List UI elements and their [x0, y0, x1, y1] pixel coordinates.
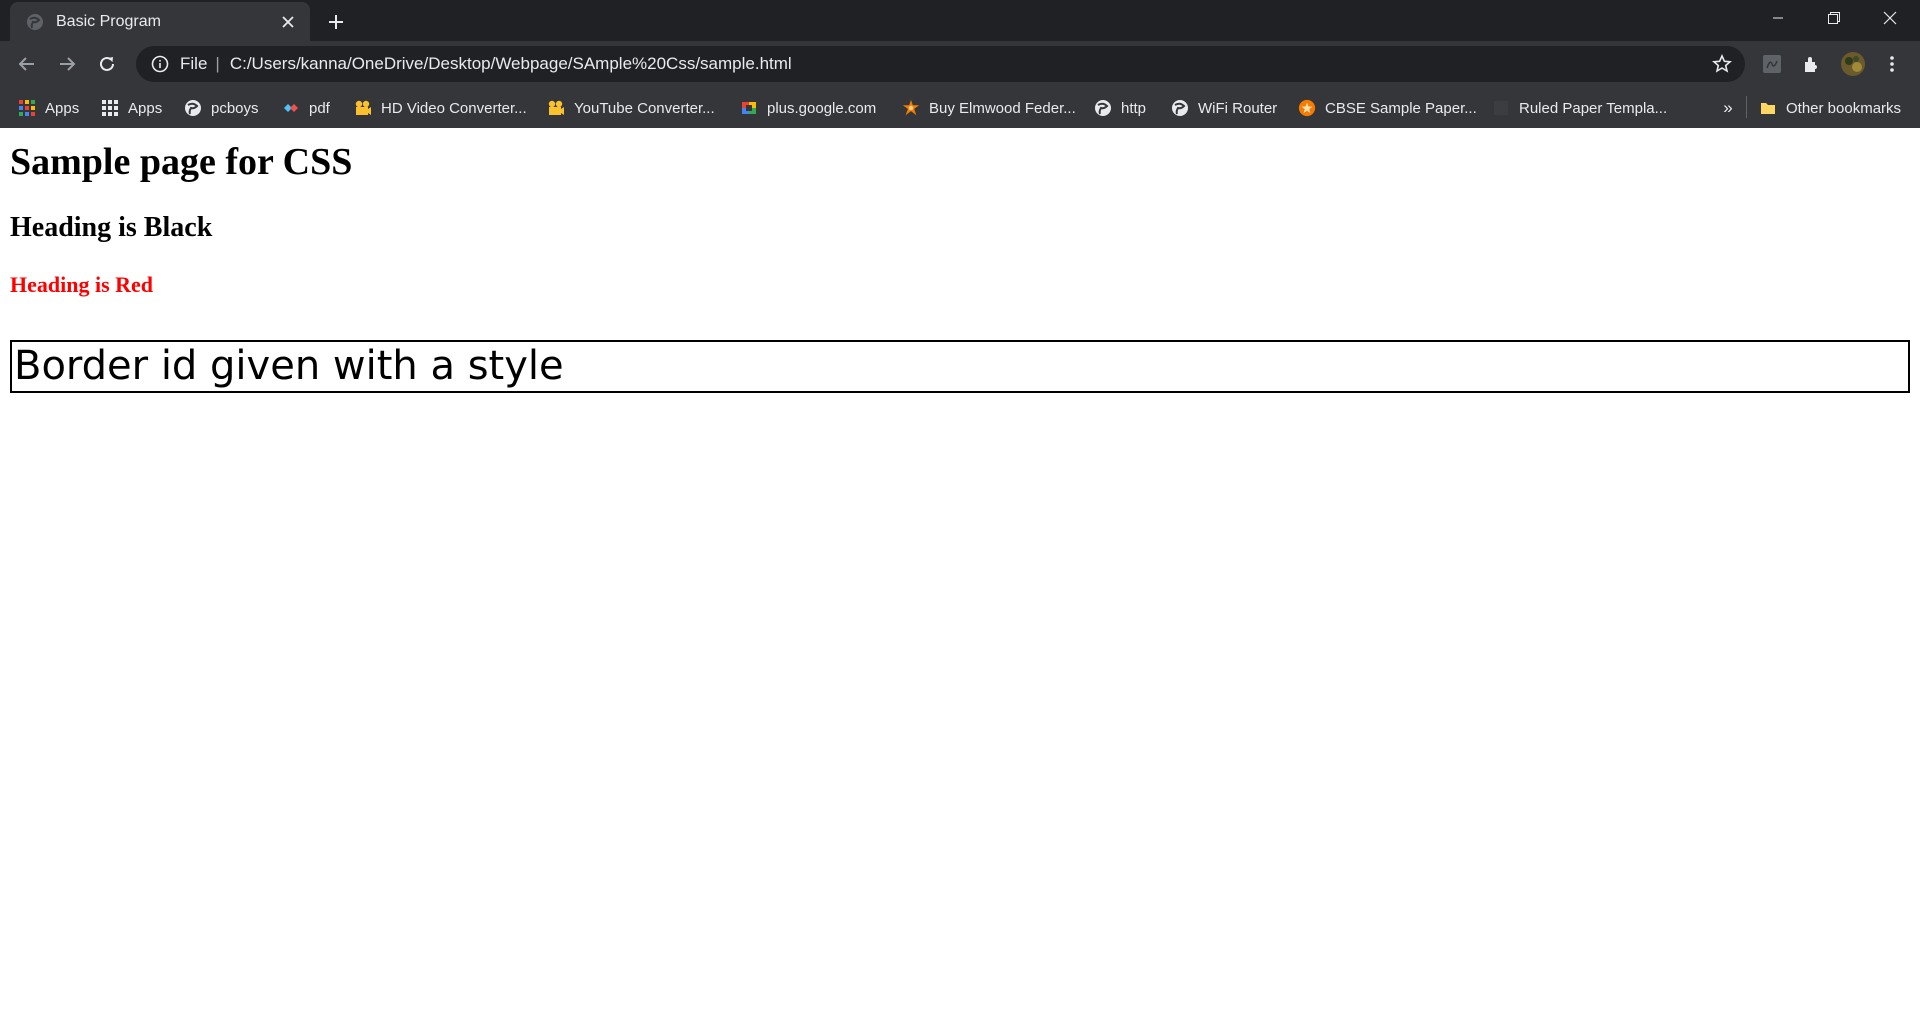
restore-icon[interactable] [1806, 0, 1862, 36]
globe-icon [26, 13, 44, 31]
bookmark-wifi-router[interactable]: WiFi Router [1171, 95, 1277, 121]
globe-icon [184, 99, 202, 117]
url-scheme: File [180, 54, 208, 73]
bookmark-http[interactable]: http [1094, 95, 1146, 121]
star-icon[interactable] [1711, 53, 1733, 75]
bookmark-buy-elmwood[interactable]: Buy Elmwood Feder... [902, 95, 1076, 121]
bookmark-label: Other bookmarks [1786, 99, 1902, 117]
bookmark-label: Ruled Paper Templa... [1519, 99, 1668, 117]
globe-icon [1094, 99, 1112, 117]
film-icon [354, 99, 372, 117]
close-icon[interactable] [276, 10, 300, 34]
bookmark-plus-google[interactable]: plus.google.com [740, 95, 876, 121]
bookmark-label: CBSE Sample Paper... [1325, 99, 1477, 117]
bordered-text-box: Border id given with a style [10, 340, 1910, 393]
bookmark-hd-video-converter[interactable]: HD Video Converter... [354, 95, 527, 121]
tab-strip: Basic Program [0, 0, 1920, 41]
minimize-icon[interactable] [1750, 0, 1806, 36]
bookmark-label: pdf [309, 99, 330, 117]
blank-icon [1492, 99, 1510, 117]
pdf-extension-icon[interactable] [1757, 49, 1787, 79]
info-icon[interactable] [150, 54, 170, 74]
browser-chrome: Basic Program File | C:/Users/kanna/OneD… [0, 0, 1920, 128]
new-tab-button[interactable] [322, 8, 350, 36]
apps-color-grid-icon [18, 99, 36, 117]
tab-basic-program[interactable]: Basic Program [10, 2, 310, 41]
address-bar[interactable]: File | C:/Users/kanna/OneDrive/Desktop/W… [136, 46, 1745, 82]
bookmark-label: HD Video Converter... [381, 99, 527, 117]
folder-icon [1759, 99, 1777, 117]
bookmark-apps-color[interactable]: Apps [18, 95, 79, 121]
heading-black: Heading is Black [10, 212, 213, 243]
extensions-icon[interactable] [1797, 49, 1827, 79]
menu-icon[interactable] [1877, 49, 1907, 79]
bookmark-ruled-paper[interactable]: Ruled Paper Templa... [1492, 95, 1667, 121]
bookmark-apps[interactable]: Apps [101, 95, 162, 121]
bookmark-label: Apps [128, 99, 163, 117]
bookmark-label: Apps [45, 99, 80, 117]
google-plus-icon [740, 99, 758, 117]
page-heading-h1: Sample page for CSS [10, 141, 353, 183]
back-icon[interactable] [11, 48, 43, 80]
url-separator: | [215, 54, 220, 73]
bookmark-label: pcboys [211, 99, 259, 117]
bookmark-label: YouTube Converter... [574, 99, 715, 117]
forward-icon[interactable] [51, 48, 83, 80]
bookmark-label: Buy Elmwood Feder... [929, 99, 1076, 117]
bookmark-label: plus.google.com [767, 99, 877, 117]
heading-red: Heading is Red [10, 272, 154, 297]
bookmark-youtube-converter[interactable]: YouTube Converter... [547, 95, 715, 121]
bookmark-cbse-sample-paper[interactable]: CBSE Sample Paper... [1298, 95, 1477, 121]
globe-icon [1171, 99, 1189, 117]
url-text[interactable]: C:/Users/kanna/OneDrive/Desktop/Webpage/… [230, 54, 792, 74]
bookmark-pcboys[interactable]: pcboys [184, 95, 259, 121]
bookmark-label: http [1121, 99, 1147, 117]
bookmark-label: WiFi Router [1198, 99, 1278, 117]
avatar[interactable] [1838, 49, 1868, 79]
apps-grid-icon [101, 99, 119, 117]
pdf-icon [282, 99, 300, 117]
bookmark-other-bookmarks[interactable]: Other bookmarks [1759, 95, 1901, 121]
bookmarks-overflow-chevron[interactable]: » [1716, 95, 1740, 121]
bookmarks-bar: Apps Apps pcboys pdf HD Video Converter.… [0, 87, 1920, 128]
page-content: Sample page for CSS Heading is Black Hea… [0, 128, 1920, 1015]
toolbar: File | C:/Users/kanna/OneDrive/Desktop/W… [0, 41, 1920, 87]
reload-icon[interactable] [91, 48, 123, 80]
orange-badge-icon [1298, 99, 1316, 117]
window-close-icon[interactable] [1862, 0, 1918, 36]
bookmark-pdf[interactable]: pdf [282, 95, 330, 121]
flower-icon [902, 99, 920, 117]
tab-title: Basic Program [56, 12, 161, 30]
bookmarks-divider [1746, 96, 1747, 118]
film-icon [547, 99, 565, 117]
